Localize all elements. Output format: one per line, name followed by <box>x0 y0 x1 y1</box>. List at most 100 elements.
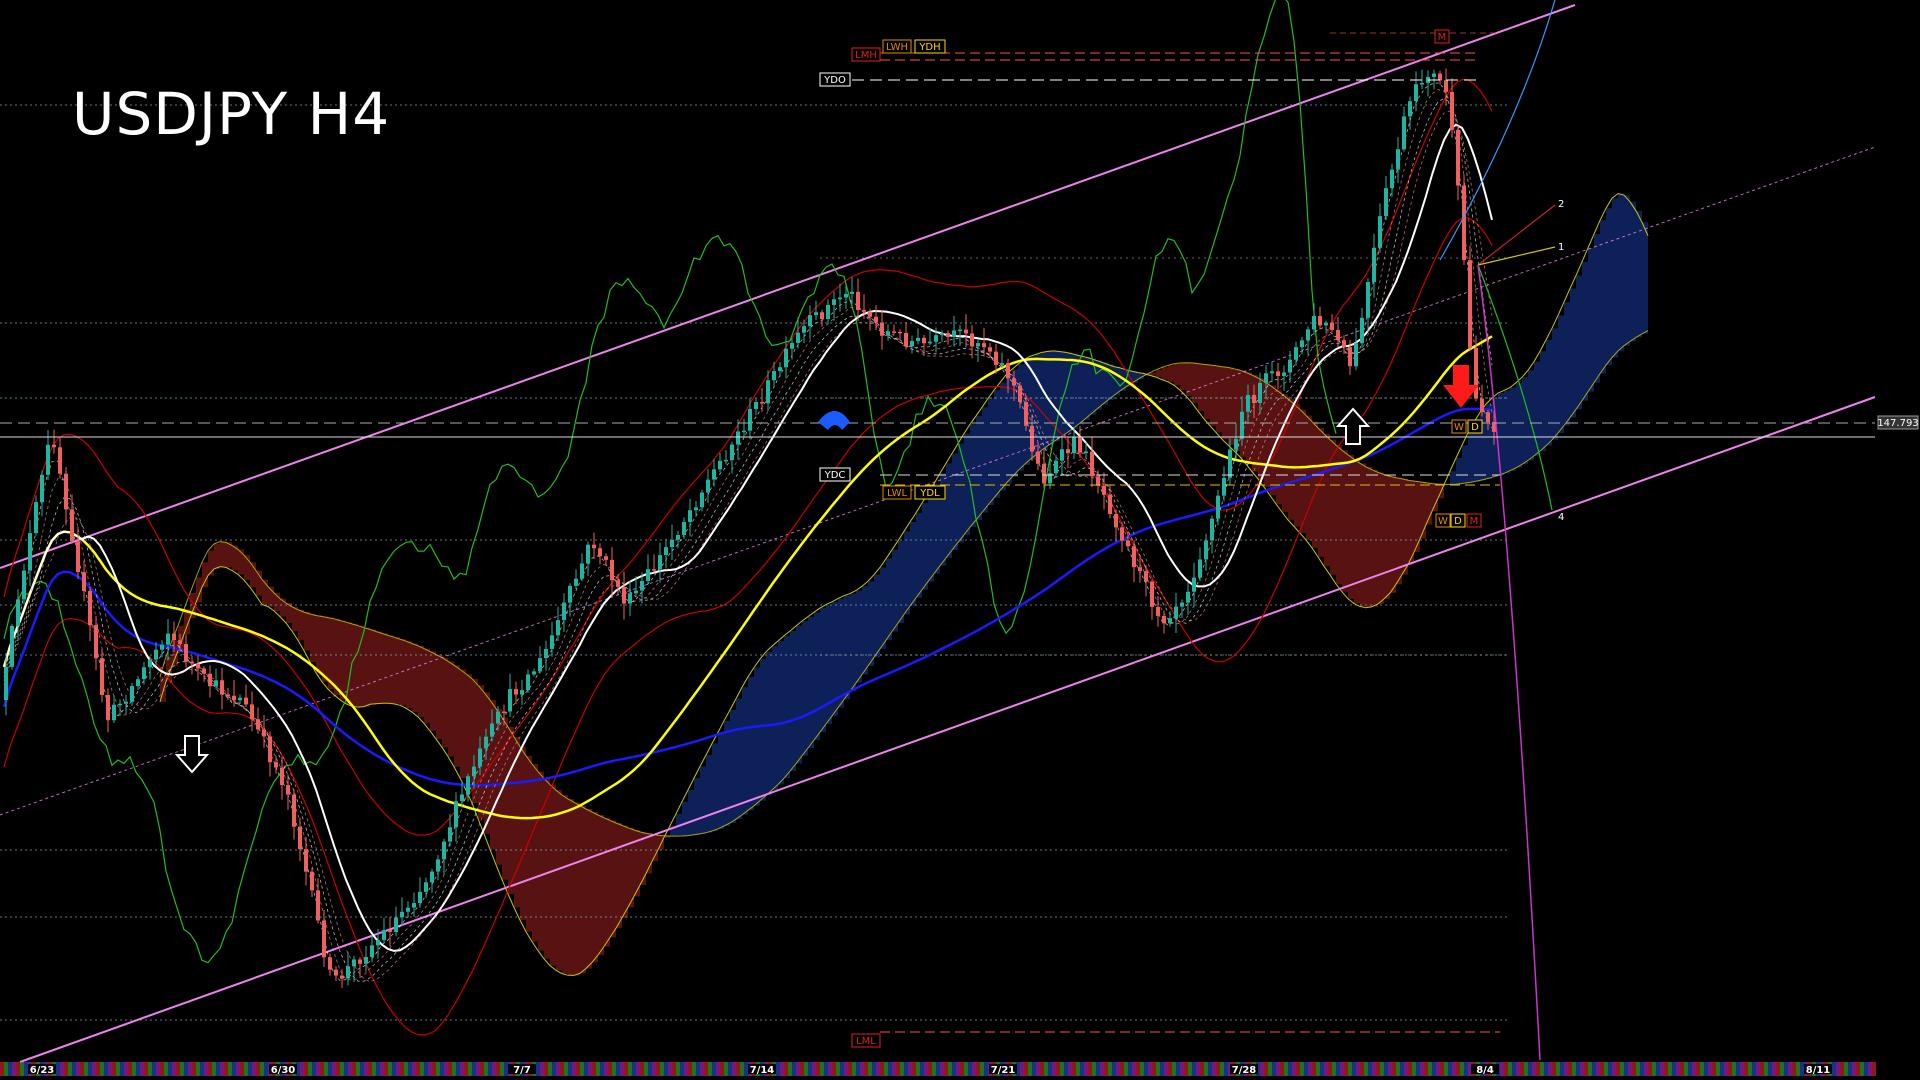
candle-body <box>280 767 284 786</box>
candle <box>70 494 74 544</box>
level-tag[interactable]: YDO <box>819 72 851 87</box>
level-tag[interactable]: LWH <box>882 39 912 54</box>
candle <box>1156 596 1160 627</box>
candle-body <box>1354 343 1358 367</box>
axis-strip <box>200 1062 204 1076</box>
candle <box>418 877 422 908</box>
axis-strip <box>1440 1062 1444 1076</box>
candle-body <box>1150 581 1154 607</box>
cloud-segment <box>1066 352 1072 434</box>
level-tag[interactable]: D <box>1467 419 1483 434</box>
axis-strip <box>784 1062 788 1076</box>
axis-strip <box>400 1062 404 1076</box>
candle-body <box>688 510 692 522</box>
candle-body <box>106 695 110 721</box>
candle-body <box>484 736 488 749</box>
candle <box>946 330 950 345</box>
axis-strip <box>1328 1062 1332 1076</box>
axis-strip <box>1464 1062 1468 1076</box>
axis-strip <box>1052 1062 1056 1076</box>
axis-strip <box>464 1062 468 1076</box>
axis-strip <box>468 1062 472 1076</box>
axis-strip <box>1660 1062 1664 1076</box>
axis-strip <box>1276 1062 1280 1076</box>
buy-arrow-blue <box>818 411 850 430</box>
axis-strip <box>408 1062 412 1076</box>
axis-strip <box>436 1062 440 1076</box>
level-tag[interactable]: W <box>1435 513 1451 528</box>
level-tag[interactable]: YDC <box>819 467 851 482</box>
axis-strip <box>1400 1062 1404 1076</box>
level-tag[interactable]: M <box>1434 29 1450 44</box>
axis-strip <box>552 1062 556 1076</box>
axis-strip <box>204 1062 208 1076</box>
axis-strip <box>248 1062 252 1076</box>
axis-strip <box>636 1062 640 1076</box>
level-tag-text: LMH <box>855 50 877 61</box>
axis-strip <box>1188 1062 1192 1076</box>
candle-body <box>1120 527 1124 541</box>
axis-strip <box>492 1062 496 1076</box>
candle-body <box>10 625 14 667</box>
cloud-segment <box>898 540 904 624</box>
candle-body <box>274 762 278 768</box>
level-tag[interactable]: D <box>1450 513 1466 528</box>
axis-strip <box>600 1062 604 1076</box>
candle <box>1468 245 1472 352</box>
axis-strip <box>1736 1062 1740 1076</box>
candle <box>1096 470 1100 494</box>
axis-strip <box>1684 1062 1688 1076</box>
axis-strip <box>1672 1062 1676 1076</box>
candle <box>1282 365 1286 391</box>
candle-body <box>1228 449 1232 478</box>
cloud-segment <box>1162 367 1168 380</box>
candle <box>1456 125 1460 201</box>
candle <box>922 334 926 356</box>
cloud-segment <box>1504 390 1510 474</box>
level-tag[interactable]: LMH <box>851 47 881 62</box>
time-axis: 6/23 6/30 7/7 7/14 7/21 7/28 8/4 8/11 <box>0 1062 1876 1076</box>
cloud-segment <box>742 687 748 815</box>
axis-strip <box>496 1062 500 1076</box>
axis-strip <box>1500 1062 1504 1076</box>
candle-body <box>1180 602 1184 607</box>
axis-strip <box>264 1062 268 1076</box>
level-tag[interactable]: W <box>1451 419 1467 434</box>
axis-strip <box>712 1062 716 1076</box>
candle-body <box>544 648 548 659</box>
level-tag[interactable]: LWL <box>882 485 912 500</box>
cloud-segment <box>1348 454 1354 599</box>
cloud-segment <box>826 604 832 724</box>
level-tag[interactable]: M <box>1466 513 1482 528</box>
axis-strip <box>128 1062 132 1076</box>
candle <box>562 593 566 632</box>
candle-body <box>268 736 272 763</box>
axis-strip <box>1112 1062 1116 1076</box>
level-tag[interactable]: YDL <box>914 485 946 500</box>
candle-body <box>790 342 794 349</box>
cloud-segment <box>442 657 448 748</box>
axis-strip <box>1300 1062 1304 1076</box>
axis-strip <box>596 1062 600 1076</box>
axis-strip <box>608 1062 612 1076</box>
axis-strip <box>1272 1062 1276 1076</box>
cloud-segment <box>448 661 454 757</box>
candle-body <box>880 322 884 336</box>
price-chart[interactable]: 214147.793LMHLWH YDHYDOYDCLWL YDLLMLMW D MW D… <box>0 0 1920 1080</box>
axis-strip <box>948 1062 952 1076</box>
axis-strip <box>384 1062 388 1076</box>
axis-strip <box>188 1062 192 1076</box>
level-tag[interactable]: LML <box>851 1033 881 1048</box>
candle <box>1168 611 1172 627</box>
axis-strip <box>440 1062 444 1076</box>
candle <box>286 774 290 810</box>
candle-body <box>574 578 578 586</box>
candle-body <box>298 826 302 850</box>
candle <box>1000 352 1004 368</box>
axis-strip <box>160 1062 164 1076</box>
candle-body <box>598 548 602 557</box>
level-tag[interactable]: YDH <box>914 39 946 54</box>
candle-body <box>1126 540 1130 547</box>
axis-strip <box>476 1062 480 1076</box>
candle <box>874 305 878 331</box>
